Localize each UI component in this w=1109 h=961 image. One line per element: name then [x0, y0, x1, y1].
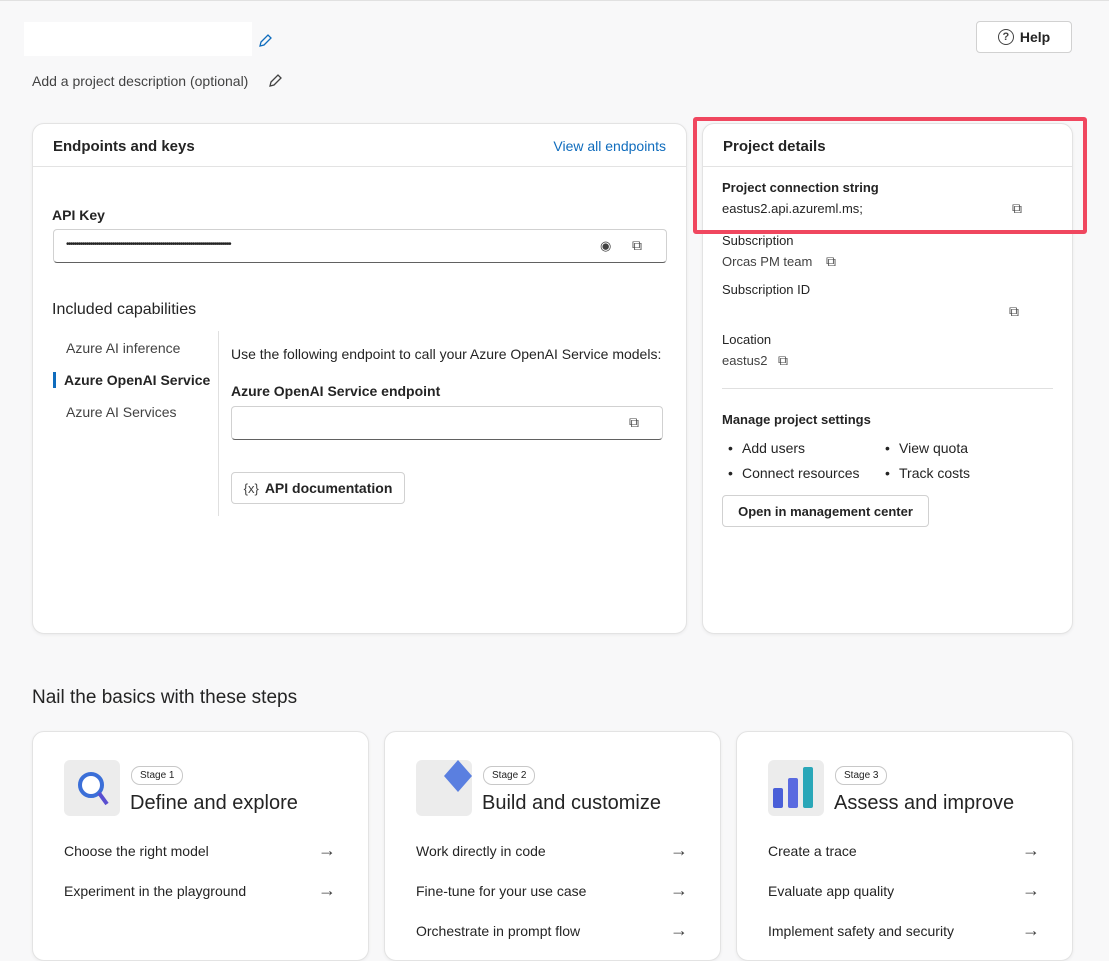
divider: [722, 388, 1053, 389]
location-label: Location: [722, 332, 771, 347]
step-label: Choose the right model: [64, 843, 209, 859]
endpoints-header: Endpoints and keys View all endpoints: [33, 124, 686, 167]
copy-location-icon[interactable]: ⧉: [778, 352, 788, 369]
api-key-input[interactable]: ••••••••••••••••••••••••••••••••••••••••…: [53, 229, 667, 263]
step-link[interactable]: Evaluate app quality →: [768, 880, 1040, 901]
arrow-right-icon: →: [670, 920, 688, 941]
step-label: Evaluate app quality: [768, 883, 894, 899]
magnifier-icon: [64, 760, 120, 816]
track-costs-link[interactable]: Track costs: [899, 465, 970, 481]
subscription-label: Subscription: [722, 233, 794, 248]
code-braces-icon: {x}: [244, 481, 259, 496]
help-label: Help: [1020, 29, 1050, 45]
project-name-field[interactable]: [24, 22, 252, 56]
stage-2-card: Stage 2 Build and customize Work directl…: [384, 731, 721, 961]
endpoint-instruction: Use the following endpoint to call your …: [231, 346, 661, 362]
stage-1-card: Stage 1 Define and explore Choose the ri…: [32, 731, 369, 961]
step-link[interactable]: Create a trace →: [768, 840, 1040, 861]
open-management-center-button[interactable]: Open in management center: [722, 495, 929, 527]
step-label: Orchestrate in prompt flow: [416, 923, 580, 939]
top-divider: [0, 0, 1109, 1]
arrow-right-icon: →: [670, 880, 688, 901]
copy-endpoint-icon[interactable]: ⧉: [629, 414, 639, 431]
copy-subscription-icon[interactable]: ⧉: [826, 253, 836, 270]
location-value: eastus2: [722, 353, 768, 368]
arrow-right-icon: →: [1022, 880, 1040, 901]
help-button[interactable]: ? Help: [976, 21, 1072, 53]
step-label: Fine-tune for your use case: [416, 883, 586, 899]
build-diamond-icon: [416, 760, 472, 816]
arrow-right-icon: →: [1022, 840, 1040, 861]
selected-indicator: [53, 372, 56, 388]
stage-3-card: Stage 3 Assess and improve Create a trac…: [736, 731, 1073, 961]
stage-badge: Stage 1: [131, 766, 183, 785]
steps-title: Nail the basics with these steps: [32, 687, 297, 709]
capability-tab-ai-services[interactable]: Azure AI Services: [66, 404, 177, 420]
highlight-box: [693, 117, 1087, 234]
step-link[interactable]: Implement safety and security →: [768, 920, 1040, 941]
manage-settings-title: Manage project settings: [722, 412, 871, 427]
arrow-right-icon: →: [670, 840, 688, 861]
stage-title: Define and explore: [130, 792, 298, 815]
copy-subscription-id-icon[interactable]: ⧉: [1009, 303, 1019, 320]
api-doc-label: API documentation: [265, 480, 393, 496]
copy-key-icon[interactable]: ⧉: [632, 237, 642, 254]
step-link[interactable]: Experiment in the playground →: [64, 880, 336, 901]
stage-title: Assess and improve: [834, 792, 1014, 815]
api-key-label: API Key: [52, 207, 105, 223]
step-label: Create a trace: [768, 843, 857, 859]
capability-tab-openai[interactable]: Azure OpenAI Service: [64, 372, 210, 388]
step-link[interactable]: Orchestrate in prompt flow →: [416, 920, 688, 941]
step-link[interactable]: Fine-tune for your use case →: [416, 880, 688, 901]
endpoint-label: Azure OpenAI Service endpoint: [231, 383, 440, 399]
bar-chart-icon: [768, 760, 824, 816]
endpoint-input[interactable]: ⧉: [231, 406, 663, 440]
view-quota-link[interactable]: View quota: [899, 440, 968, 456]
step-label: Work directly in code: [416, 843, 546, 859]
arrow-right-icon: →: [318, 880, 336, 901]
connect-resources-link[interactable]: Connect resources: [742, 465, 860, 481]
capabilities-title: Included capabilities: [52, 301, 196, 319]
arrow-right-icon: →: [318, 840, 336, 861]
project-description[interactable]: Add a project description (optional): [32, 73, 248, 89]
edit-description-pencil-icon[interactable]: [267, 73, 283, 89]
endpoints-card: Endpoints and keys View all endpoints AP…: [32, 123, 687, 634]
capabilities-divider: [218, 331, 219, 516]
step-link[interactable]: Work directly in code →: [416, 840, 688, 861]
api-documentation-button[interactable]: {x} API documentation: [231, 472, 405, 504]
arrow-right-icon: →: [1022, 920, 1040, 941]
step-link[interactable]: Choose the right model →: [64, 840, 336, 861]
endpoints-title: Endpoints and keys: [53, 138, 195, 155]
subscription-id-label: Subscription ID: [722, 282, 810, 297]
view-all-endpoints-link[interactable]: View all endpoints: [553, 138, 666, 154]
subscription-value: Orcas PM team: [722, 254, 812, 269]
help-icon: ?: [998, 29, 1014, 45]
edit-name-pencil-icon[interactable]: [257, 33, 273, 49]
api-key-value: ••••••••••••••••••••••••••••••••••••••••…: [66, 239, 230, 250]
stage-title: Build and customize: [482, 792, 661, 815]
step-label: Implement safety and security: [768, 923, 954, 939]
stage-badge: Stage 3: [835, 766, 887, 785]
step-label: Experiment in the playground: [64, 883, 246, 899]
show-key-eye-icon[interactable]: ◉: [600, 238, 611, 254]
capability-tab-ai-inference[interactable]: Azure AI inference: [66, 340, 180, 356]
stage-badge: Stage 2: [483, 766, 535, 785]
add-users-link[interactable]: Add users: [742, 440, 805, 456]
